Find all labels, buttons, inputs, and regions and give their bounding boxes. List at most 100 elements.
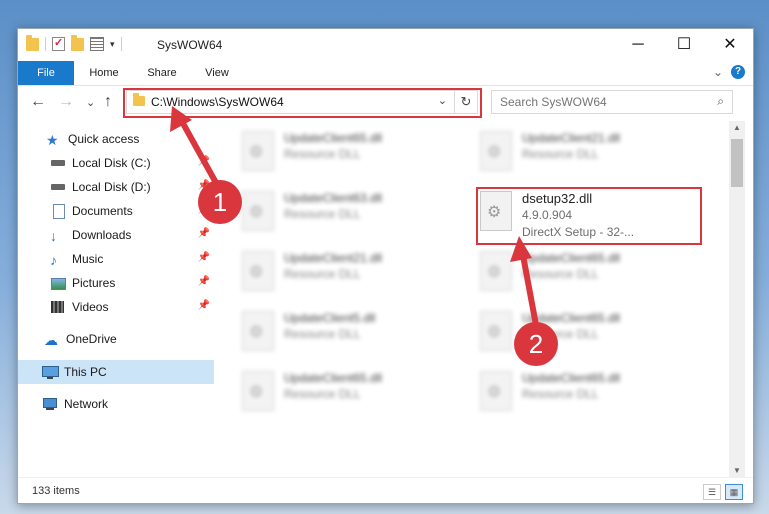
forward-button[interactable]: → (58, 93, 74, 111)
recent-locations-dropdown[interactable]: ⌄ (86, 96, 95, 109)
file-type: Resource DLL (522, 267, 599, 281)
new-folder-icon[interactable] (71, 34, 84, 51)
tab-view[interactable]: View (194, 61, 240, 85)
ribbon: File Home Share View ⌄ ? (18, 61, 753, 86)
file-name: UpdateClient65.dll (522, 251, 621, 265)
documents-icon (50, 204, 66, 219)
videos-icon (50, 300, 66, 314)
sidebar-item-local-disk-d[interactable]: Local Disk (D:) 📌 (18, 175, 214, 199)
dll-file-icon (480, 251, 512, 291)
file-name: UpdateClient65.dll (284, 371, 383, 385)
dll-file-icon (480, 131, 512, 171)
folder-icon (26, 34, 39, 51)
maximize-button[interactable]: ☐ (661, 29, 707, 61)
view-switcher: ☰ ▦ (703, 484, 743, 500)
sidebar-item-label: Pictures (72, 276, 116, 290)
properties-check-icon[interactable] (52, 36, 65, 51)
file-type: Resource DLL (522, 387, 599, 401)
sidebar-item-label: OneDrive (66, 332, 117, 346)
title-bar: ▾ SysWOW64 ─ ☐ ✕ (18, 29, 753, 61)
file-type: Resource DLL (284, 327, 361, 341)
sidebar-item-pictures[interactable]: Pictures 📌 (18, 271, 214, 295)
sidebar-item-label: Downloads (72, 228, 132, 242)
ribbon-collapse-chevron-icon[interactable]: ⌄ (713, 65, 723, 79)
file-item[interactable]: UpdateClient21.dll Resource DLL (474, 125, 704, 175)
toolbar-divider (120, 37, 122, 51)
window-title: SysWOW64 (157, 38, 223, 52)
item-count: 133 items (32, 485, 80, 497)
file-item[interactable]: UpdateClient65.dll Resource DLL (474, 365, 704, 415)
drive-icon (50, 156, 66, 170)
pin-icon[interactable]: 📌 (198, 276, 210, 287)
search-input[interactable] (498, 94, 702, 110)
sidebar-item-label: Music (72, 252, 104, 266)
tab-home[interactable]: Home (80, 61, 128, 85)
sidebar-item-music[interactable]: ♪ Music 📌 (18, 247, 214, 271)
file-item[interactable]: UpdateClient65.dll Resource DLL (236, 125, 466, 175)
customize-qat-dropdown[interactable]: ▾ (110, 39, 115, 50)
sidebar-item-documents[interactable]: Documents 📌 (18, 199, 214, 223)
properties-icon[interactable] (90, 37, 104, 51)
tab-file[interactable]: File (18, 61, 74, 85)
sidebar-item-this-pc[interactable]: This PC (18, 360, 214, 384)
network-icon (42, 397, 58, 411)
file-type: Resource DLL (284, 147, 361, 161)
file-name: UpdateClient63.dll (284, 191, 383, 205)
vertical-scrollbar[interactable]: ▲ ▼ (729, 121, 745, 477)
navigation-pane: ★ Quick access Local Disk (C:) 📌 Local D… (18, 121, 214, 477)
file-item[interactable]: UpdateClient21.dll Resource DLL (236, 245, 466, 295)
file-item[interactable]: UpdateClient5.dll Resource DLL (236, 305, 466, 355)
file-item[interactable]: UpdateClient65.dll Resource DLL (474, 245, 704, 295)
file-name: UpdateClient21.dll (522, 131, 621, 145)
step-badge-2: 2 (514, 322, 558, 366)
file-name: UpdateClient21.dll (284, 251, 383, 265)
downloads-icon: ↓ (50, 228, 57, 244)
close-button[interactable]: ✕ (707, 29, 753, 61)
minimize-button[interactable]: ─ (615, 29, 661, 61)
sidebar-item-label: Videos (72, 300, 109, 314)
details-view-button[interactable]: ☰ (703, 484, 721, 500)
file-item[interactable]: UpdateClient65.dll Resource DLL (236, 365, 466, 415)
help-icon[interactable]: ? (731, 65, 745, 79)
computer-icon (42, 365, 59, 379)
file-type: Resource DLL (284, 387, 361, 401)
tiles-view-button[interactable]: ▦ (725, 484, 743, 500)
pin-icon[interactable]: 📌 (198, 156, 210, 167)
tab-share[interactable]: Share (138, 61, 186, 85)
dll-file-icon (242, 191, 274, 231)
music-icon: ♪ (50, 252, 57, 268)
pin-icon[interactable]: 📌 (198, 252, 210, 263)
scroll-up-arrow-icon[interactable]: ▲ (729, 123, 745, 132)
sidebar-item-videos[interactable]: Videos 📌 (18, 295, 214, 319)
status-bar: 133 items ☰ ▦ (18, 477, 753, 503)
sidebar-item-onedrive[interactable]: ☁ OneDrive (18, 327, 214, 351)
ribbon-controls: ⌄ ? (713, 65, 745, 79)
file-item[interactable]: UpdateClient63.dll Resource DLL (236, 185, 466, 235)
search-box[interactable]: ⌕ (491, 90, 733, 114)
scroll-thumb[interactable] (731, 139, 743, 187)
dll-file-icon (480, 371, 512, 411)
drive-icon (50, 180, 66, 194)
up-button[interactable]: ↑ (104, 93, 112, 111)
dll-file-icon (242, 131, 274, 171)
sidebar-item-label: Quick access (68, 132, 140, 146)
dll-file-icon (242, 311, 274, 351)
sidebar-item-quick-access[interactable]: ★ Quick access (18, 127, 214, 151)
highlight-box-file (476, 187, 702, 245)
pin-icon[interactable]: 📌 (198, 228, 210, 239)
scroll-down-arrow-icon[interactable]: ▼ (729, 466, 745, 475)
file-item[interactable]: UpdateClient65.dll Resource DLL (474, 305, 704, 355)
file-name: UpdateClient65.dll (522, 371, 621, 385)
sidebar-item-label: Network (64, 397, 109, 411)
pin-icon[interactable]: 📌 (198, 300, 210, 311)
search-icon: ⌕ (717, 94, 724, 108)
back-button[interactable]: ← (30, 93, 46, 111)
file-name: UpdateClient65.dll (284, 131, 383, 145)
sidebar-item-downloads[interactable]: ↓ Downloads 📌 (18, 223, 214, 247)
pictures-icon (50, 276, 66, 290)
highlight-box-address (123, 88, 482, 118)
sidebar-item-local-disk-c[interactable]: Local Disk (C:) 📌 (18, 151, 214, 175)
file-name: UpdateClient5.dll (284, 311, 376, 325)
sidebar-item-network[interactable]: Network (18, 392, 214, 416)
quick-access-toolbar: ▾ (26, 34, 122, 51)
